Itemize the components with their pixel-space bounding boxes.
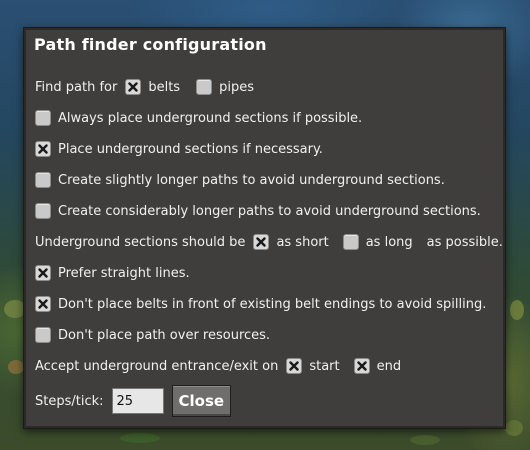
as-long-checkbox[interactable] (342, 234, 359, 250)
option-label: Create slightly longer paths to avoid un… (58, 172, 445, 188)
end-label: end (376, 358, 402, 374)
x-mark-icon (356, 361, 367, 371)
entrance-exit-row: Accept underground entrance/exit on star… (35, 358, 401, 374)
option-row: Don't place belts in front of existing b… (35, 296, 486, 312)
find-path-row: Find path for belts pipes (35, 79, 254, 95)
option-row: Always place underground sections if pos… (35, 110, 362, 126)
terrain-patch (505, 420, 523, 436)
option-row: Place underground sections if necessary. (35, 141, 323, 157)
prefer-straight-checkbox[interactable] (35, 265, 51, 281)
option-row: Prefer straight lines. (35, 265, 190, 281)
belts-checkbox[interactable] (125, 79, 142, 95)
underground-length-row: Underground sections should be as short … (35, 234, 503, 250)
as-long-label: as long (365, 234, 413, 250)
terrain-patch (8, 360, 24, 374)
underground-length-suffix: as possible. (426, 234, 503, 250)
end-checkbox[interactable] (353, 358, 370, 374)
start-checkbox[interactable] (286, 358, 303, 374)
considerably-longer-checkbox[interactable] (35, 203, 51, 219)
terrain-patch (510, 300, 524, 320)
pipes-checkbox[interactable] (196, 79, 213, 95)
terrain-patch (120, 433, 160, 443)
always-underground-checkbox[interactable] (35, 110, 51, 126)
x-mark-icon (38, 144, 48, 154)
path-finder-dialog: Path finder configuration Find path for … (23, 27, 506, 429)
underground-length-prefix: Underground sections should be (35, 234, 246, 250)
dialog-title: Path finder configuration (34, 35, 267, 54)
entrance-exit-label: Accept underground entrance/exit on (35, 358, 279, 374)
steps-label: Steps/tick: (35, 393, 104, 409)
option-label: Prefer straight lines. (58, 265, 190, 281)
terrain-patch (410, 435, 440, 445)
close-button[interactable]: Close (171, 385, 232, 417)
x-mark-icon (289, 361, 300, 371)
option-row: Create slightly longer paths to avoid un… (35, 172, 445, 188)
find-path-label: Find path for (35, 79, 118, 95)
option-label: Don't place path over resources. (58, 327, 271, 343)
belts-label: belts (148, 79, 181, 95)
x-mark-icon (128, 82, 139, 92)
steps-row: Steps/tick: Close (35, 385, 232, 417)
underground-if-necessary-checkbox[interactable] (35, 141, 51, 157)
start-label: start (309, 358, 340, 374)
slightly-longer-checkbox[interactable] (35, 172, 51, 188)
option-label: Don't place belts in front of existing b… (58, 296, 487, 312)
x-mark-icon (38, 299, 48, 309)
avoid-spilling-checkbox[interactable] (35, 296, 51, 312)
option-row: Don't place path over resources. (35, 327, 270, 343)
as-short-checkbox[interactable] (253, 234, 270, 250)
x-mark-icon (38, 268, 48, 278)
pipes-label: pipes (219, 79, 254, 95)
steps-per-tick-input[interactable] (111, 388, 164, 414)
option-label: Always place underground sections if pos… (58, 110, 363, 126)
x-mark-icon (256, 237, 267, 247)
option-label: Place underground sections if necessary. (58, 141, 323, 157)
option-row: Create considerably longer paths to avoi… (35, 203, 481, 219)
as-short-label: as short (276, 234, 329, 250)
avoid-resources-checkbox[interactable] (35, 327, 51, 343)
option-label: Create considerably longer paths to avoi… (58, 203, 481, 219)
